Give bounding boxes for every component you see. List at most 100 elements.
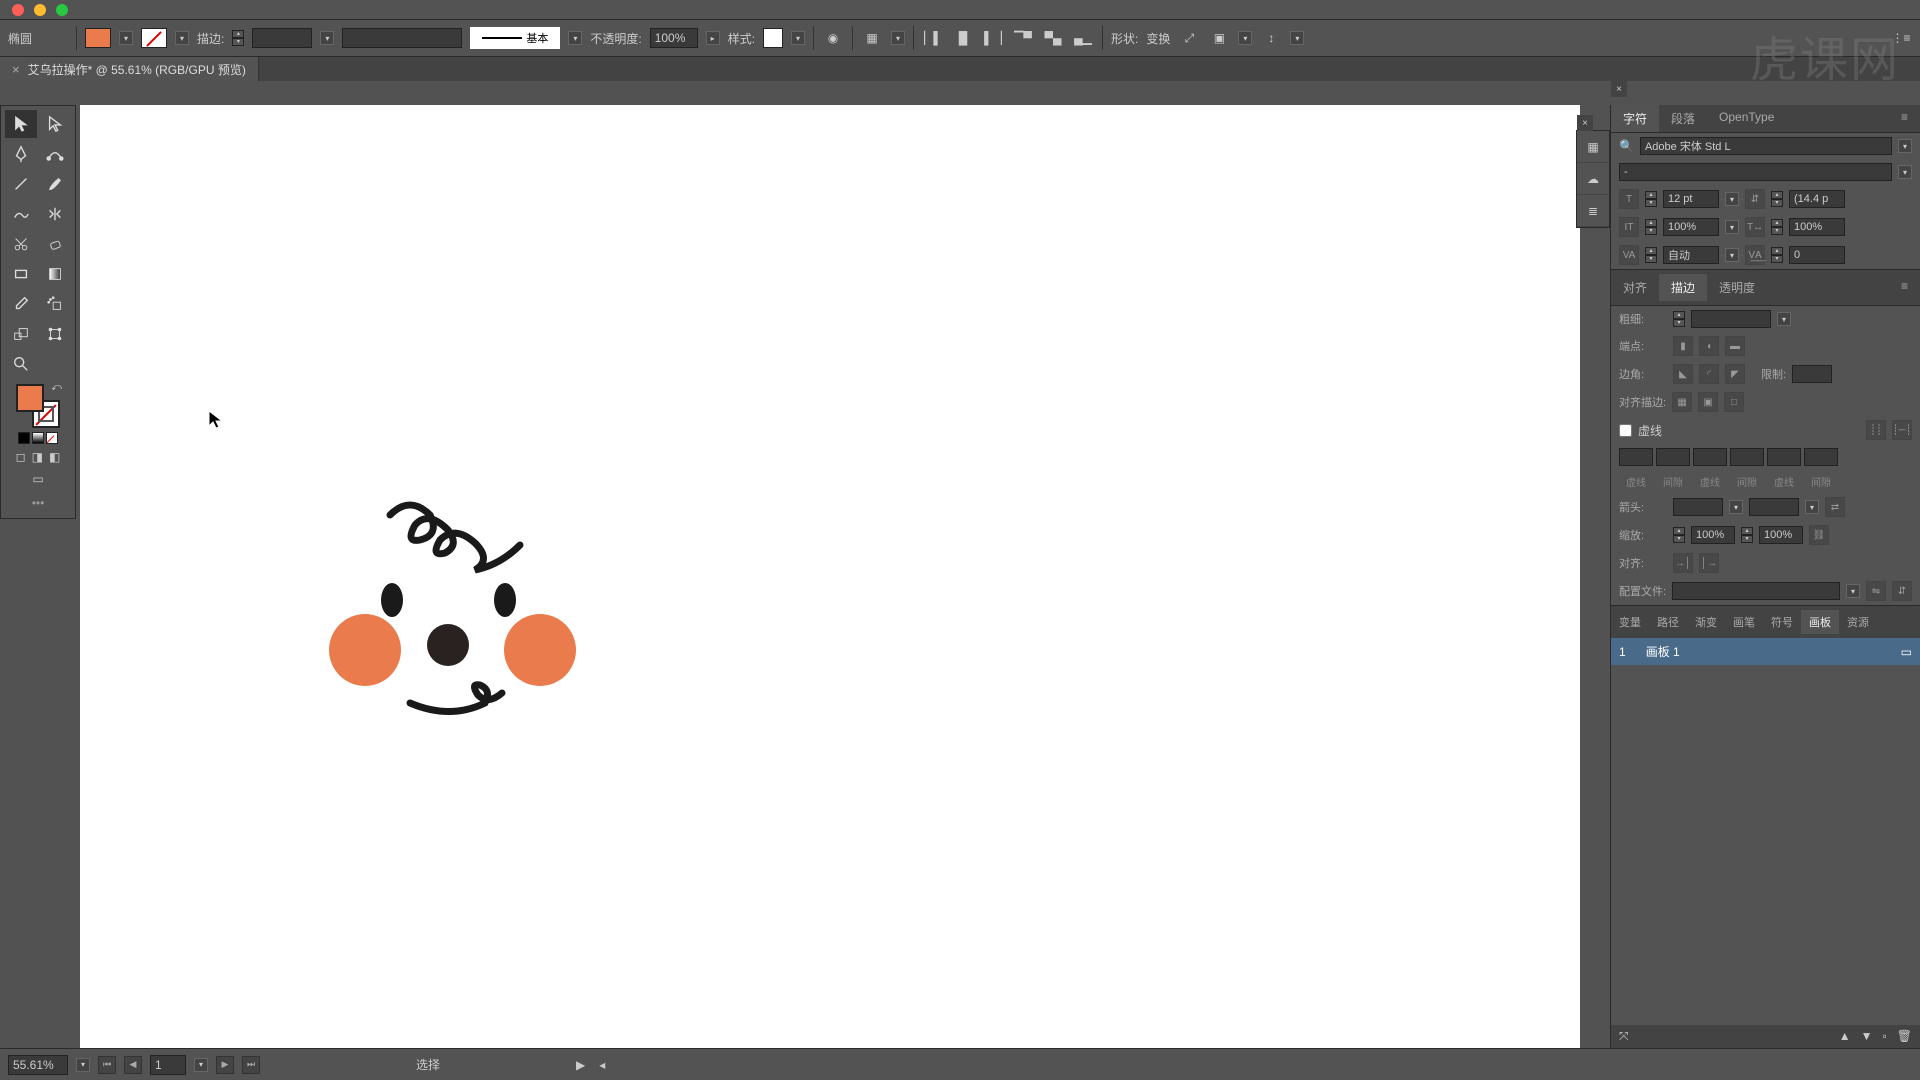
eyedropper-tool[interactable] <box>5 290 37 318</box>
arrow-start-input[interactable] <box>1673 498 1723 516</box>
dash-checkbox[interactable] <box>1619 424 1632 437</box>
tab-assets[interactable]: 资源 <box>1839 610 1877 634</box>
font-style-dd-icon[interactable]: ▾ <box>1898 165 1912 179</box>
status-play-icon[interactable]: ▶ <box>576 1058 585 1072</box>
font-size-input[interactable] <box>1663 190 1719 208</box>
curvature-tool[interactable] <box>39 140 71 168</box>
direct-selection-tool[interactable] <box>39 110 71 138</box>
font-size-dd[interactable]: ▾ <box>1725 192 1739 206</box>
maximize-window-icon[interactable] <box>56 4 68 16</box>
align-stroke-center-icon[interactable]: ▦ <box>1672 392 1692 412</box>
arrow-start-dd[interactable]: ▾ <box>1729 500 1743 514</box>
tab-align[interactable]: 对齐 <box>1611 274 1659 301</box>
delete-artboard-icon[interactable]: 🗑 <box>1897 1029 1912 1044</box>
line-tool[interactable] <box>5 170 37 198</box>
font-family-input[interactable] <box>1640 137 1892 155</box>
arrow-end-input[interactable] <box>1749 498 1799 516</box>
tab-brushes[interactable]: 画笔 <box>1725 610 1763 634</box>
preferences-icon[interactable]: ⋮≡ <box>1890 27 1912 49</box>
dash1-input[interactable] <box>1619 448 1653 466</box>
arrow-end-dd[interactable]: ▾ <box>1805 500 1819 514</box>
dash2-input[interactable] <box>1693 448 1727 466</box>
close-tab-icon[interactable]: × <box>12 62 20 77</box>
kerning-spinner[interactable]: ▴▾ <box>1645 247 1657 263</box>
arrange-dd-icon[interactable]: ▾ <box>1290 31 1304 45</box>
close-window-icon[interactable] <box>12 4 24 16</box>
brush-tool[interactable] <box>39 170 71 198</box>
shaper-tool[interactable] <box>5 200 37 228</box>
flip-x-icon[interactable]: ⇋ <box>1866 581 1886 601</box>
font-style-input[interactable] <box>1619 163 1892 181</box>
gap3-input[interactable] <box>1804 448 1838 466</box>
crop-dd-icon[interactable]: ▾ <box>1238 31 1252 45</box>
draw-behind-icon[interactable]: ◨ <box>32 450 43 464</box>
symbol-sprayer-tool[interactable] <box>39 290 71 318</box>
link-scale-icon[interactable]: ⛓ <box>1809 525 1829 545</box>
last-artboard-icon[interactable]: ⏭ <box>242 1056 260 1074</box>
crop-icon[interactable]: ▣ <box>1208 27 1230 49</box>
tab-pathfinder[interactable]: 路径 <box>1649 610 1687 634</box>
first-artboard-icon[interactable]: ⏮ <box>98 1056 116 1074</box>
kerning-input[interactable] <box>1663 246 1719 264</box>
edit-toolbar-icon[interactable]: ••• <box>32 496 45 510</box>
sw-spinner[interactable]: ▴▾ <box>1673 311 1685 327</box>
properties-panel-icon[interactable]: ▦ <box>1577 131 1609 163</box>
dash3-input[interactable] <box>1767 448 1801 466</box>
free-transform-tool[interactable] <box>39 320 71 348</box>
scissors-tool[interactable] <box>5 230 37 258</box>
arrowscale2-spinner[interactable]: ▴▾ <box>1741 527 1753 543</box>
vscale-dd[interactable]: ▾ <box>1725 220 1739 234</box>
artboard-list-item[interactable]: 1 画板 1 ▭ <box>1611 638 1920 665</box>
fill-dropdown-icon[interactable]: ▾ <box>119 31 133 45</box>
color-mode-none[interactable] <box>46 432 58 444</box>
opacity-input[interactable] <box>650 28 698 48</box>
document-tab[interactable]: × 艾乌拉操作* @ 55.61% (RGB/GPU 预览) <box>0 57 259 82</box>
dash-align-exact-icon[interactable]: ┊┊ <box>1866 420 1886 440</box>
join-round-icon[interactable]: ◜ <box>1699 364 1719 384</box>
arrowscale1-spinner[interactable]: ▴▾ <box>1673 527 1685 543</box>
tab-paragraph[interactable]: 段落 <box>1659 105 1707 132</box>
align-stroke-inside-icon[interactable]: ▣ <box>1698 392 1718 412</box>
stroke-dropdown-icon[interactable]: ▾ <box>175 31 189 45</box>
hscale-spinner[interactable]: ▴▾ <box>1771 219 1783 235</box>
status-scroll-left-icon[interactable]: ◂ <box>599 1058 605 1072</box>
stroke-color-swatch[interactable] <box>141 28 167 48</box>
stroke-panel-menu-icon[interactable]: ≡ <box>1889 274 1920 301</box>
align-stroke-outside-icon[interactable]: □ <box>1724 392 1744 412</box>
draw-inside-icon[interactable]: ◧ <box>49 450 60 464</box>
next-artboard-icon[interactable]: ▶ <box>216 1056 234 1074</box>
stroke-profile-preview[interactable]: 基本 <box>470 27 560 49</box>
minimize-window-icon[interactable] <box>34 4 46 16</box>
tab-artboards[interactable]: 画板 <box>1801 610 1839 634</box>
zoom-input[interactable] <box>8 1055 68 1075</box>
cap-butt-icon[interactable]: ▮ <box>1673 336 1693 356</box>
artboard-nav-input[interactable] <box>150 1055 186 1075</box>
graphic-style-swatch[interactable] <box>763 28 783 48</box>
zoom-tool[interactable] <box>5 350 37 378</box>
artboard-nav-dd-icon[interactable]: ▾ <box>194 1058 208 1072</box>
swap-colors-icon[interactable]: ⤺ <box>51 382 62 393</box>
arrow-align-tip-icon[interactable]: →│ <box>1673 553 1693 573</box>
tab-transparency[interactable]: 透明度 <box>1707 274 1767 301</box>
align-vcenter-icon[interactable]: ▀▄ <box>1042 27 1064 49</box>
cap-projecting-icon[interactable]: ▬ <box>1725 336 1745 356</box>
tab-character[interactable]: 字符 <box>1611 105 1659 132</box>
stroke-weight-dd-icon[interactable]: ▾ <box>320 31 334 45</box>
prev-artboard-icon[interactable]: ◀ <box>124 1056 142 1074</box>
panel-close-icon[interactable]: × <box>1611 81 1627 97</box>
reflect-tool[interactable] <box>39 200 71 228</box>
libraries-panel-icon[interactable]: ☁ <box>1577 163 1609 195</box>
align-right-icon[interactable]: ▌▕ <box>982 27 1004 49</box>
stroke-weight-field[interactable] <box>1691 310 1771 328</box>
zoom-dd-icon[interactable]: ▾ <box>76 1058 90 1072</box>
selection-tool[interactable] <box>5 110 37 138</box>
stroke-vardash-input[interactable] <box>342 28 462 48</box>
gap2-input[interactable] <box>1730 448 1764 466</box>
gap1-input[interactable] <box>1656 448 1690 466</box>
artboard-options-icon[interactable]: ▭ <box>1901 645 1912 659</box>
align-bottom-icon[interactable]: ▄▁ <box>1072 27 1094 49</box>
profile-input[interactable] <box>1672 582 1840 600</box>
draw-normal-icon[interactable]: ◻ <box>16 450 26 464</box>
tool-placeholder[interactable] <box>39 350 71 378</box>
stroke-weight-input[interactable] <box>252 28 312 48</box>
